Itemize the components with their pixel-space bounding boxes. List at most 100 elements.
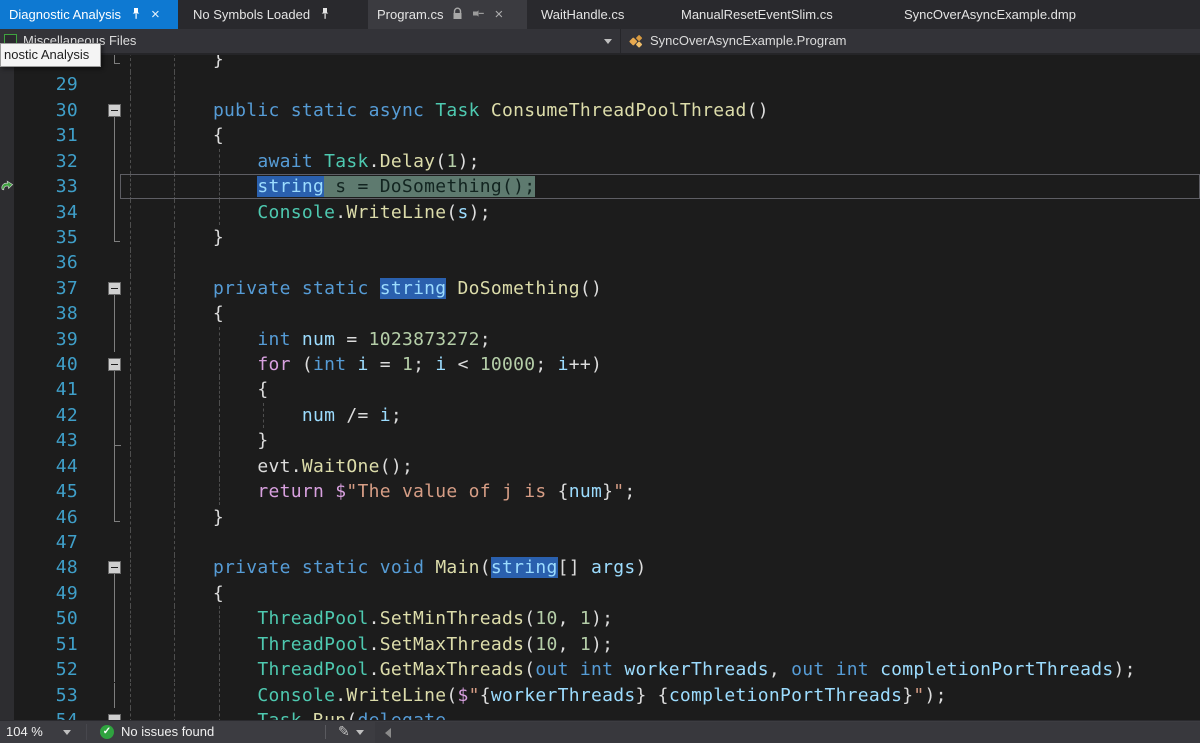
outline-line <box>114 327 115 352</box>
breakpoint-margin[interactable] <box>0 479 14 504</box>
breakpoint-margin[interactable] <box>0 123 14 148</box>
chevron-down-icon[interactable] <box>356 730 364 735</box>
line-number: 31 <box>28 123 78 148</box>
code-text: ThreadPool.SetMaxThreads(10, 1); <box>124 632 613 657</box>
code-line[interactable]: 31 { <box>0 123 1200 148</box>
close-icon[interactable]: × <box>494 7 503 22</box>
breakpoint-margin[interactable] <box>0 581 14 606</box>
tab-program-cs[interactable]: Program.cs × <box>368 0 527 29</box>
code-text: } <box>124 55 224 72</box>
breakpoint-margin[interactable] <box>0 174 14 199</box>
indent-guide <box>130 250 131 275</box>
line-number: 33 <box>28 174 78 199</box>
code-line[interactable]: 40 for (int i = 1; i < 10000; i++) <box>0 352 1200 377</box>
breakpoint-margin[interactable] <box>0 428 14 453</box>
issues-status-text[interactable]: No issues found <box>121 724 214 739</box>
code-line[interactable]: 37 private static string DoSomething() <box>0 276 1200 301</box>
code-line[interactable]: 32 await Task.Delay(1); <box>0 149 1200 174</box>
outline-line <box>114 428 115 453</box>
code-cleanup-icon[interactable]: ✎ <box>338 723 350 740</box>
indent-guide <box>174 72 175 97</box>
code-line[interactable]: 42 num /= i; <box>0 403 1200 428</box>
outline-line <box>114 377 115 402</box>
code-line[interactable]: 44 evt.WaitOne(); <box>0 454 1200 479</box>
outline-line <box>114 174 115 199</box>
breakpoint-margin[interactable] <box>0 632 14 657</box>
code-line[interactable]: 46 } <box>0 505 1200 530</box>
code-line[interactable]: 51 ThreadPool.SetMaxThreads(10, 1); <box>0 632 1200 657</box>
code-line[interactable]: 29 <box>0 72 1200 97</box>
code-line[interactable]: 36 <box>0 250 1200 275</box>
breakpoint-margin[interactable] <box>0 530 14 555</box>
type-context-dropdown[interactable]: SyncOverAsyncExample.Program <box>650 33 847 48</box>
breakpoint-margin[interactable] <box>0 377 14 402</box>
code-line[interactable]: 30 public static async Task ConsumeThrea… <box>0 98 1200 123</box>
code-line[interactable]: 43 } <box>0 428 1200 453</box>
breakpoint-margin[interactable] <box>0 555 14 580</box>
breakpoint-margin[interactable] <box>0 708 14 720</box>
breakpoint-margin[interactable] <box>0 276 14 301</box>
code-line[interactable]: 50 ThreadPool.SetMinThreads(10, 1); <box>0 606 1200 631</box>
code-text: string s = DoSomething(); <box>124 174 535 199</box>
code-text: ThreadPool.SetMinThreads(10, 1); <box>124 606 613 631</box>
breakpoint-margin[interactable] <box>0 454 14 479</box>
collapse-toggle-icon[interactable] <box>108 282 121 295</box>
breakpoint-margin[interactable] <box>0 301 14 326</box>
code-line[interactable]: 45 return $"The value of j is {num}"; <box>0 479 1200 504</box>
line-number: 29 <box>28 72 78 97</box>
breakpoint-margin[interactable] <box>0 98 14 123</box>
code-text: ThreadPool.GetMaxThreads(out int workerT… <box>124 657 1136 682</box>
code-line[interactable]: 41 { <box>0 377 1200 402</box>
tab-manualreseteventslim-cs[interactable]: ManualResetEventSlim.cs <box>672 0 842 29</box>
code-line[interactable]: 38 { <box>0 301 1200 326</box>
breakpoint-margin[interactable] <box>0 683 14 708</box>
tab-syncoverasyncexample-dmp[interactable]: SyncOverAsyncExample.dmp <box>895 0 1085 29</box>
line-number: 42 <box>28 403 78 428</box>
pin-icon[interactable] <box>472 7 485 23</box>
code-line[interactable]: 54 Task.Run(delegate <box>0 708 1200 720</box>
outline-line <box>114 123 115 148</box>
zoom-level-dropdown[interactable]: 104 % <box>6 724 43 739</box>
chevron-down-icon[interactable] <box>63 730 71 735</box>
code-line[interactable]: 52 ThreadPool.GetMaxThreads(out int work… <box>0 657 1200 682</box>
breakpoint-margin[interactable] <box>0 505 14 530</box>
code-text: private static void Main(string[] args) <box>124 555 647 580</box>
close-icon[interactable]: × <box>151 7 160 22</box>
horizontal-scrollbar[interactable] <box>375 722 1200 743</box>
tab-waithandle-cs[interactable]: WaitHandle.cs <box>532 0 633 29</box>
pin-icon[interactable] <box>130 7 142 23</box>
code-line[interactable]: 49 { <box>0 581 1200 606</box>
tab-no-symbols-loaded[interactable]: No Symbols Loaded <box>184 0 352 29</box>
breakpoint-margin[interactable] <box>0 149 14 174</box>
code-editor[interactable]: 28 }2930 public static async Task Consum… <box>0 55 1200 720</box>
lock-icon <box>452 7 463 23</box>
tooltip-text: nostic Analysis <box>4 47 89 62</box>
code-text: public static async Task ConsumeThreadPo… <box>124 98 769 123</box>
breakpoint-margin[interactable] <box>0 250 14 275</box>
tab-diagnostic-analysis[interactable]: Diagnostic Analysis × <box>0 0 178 29</box>
code-line[interactable]: 34 Console.WriteLine(s); <box>0 200 1200 225</box>
code-line[interactable]: 33 string s = DoSomething(); <box>0 174 1200 199</box>
breakpoint-margin[interactable] <box>0 72 14 97</box>
scroll-left-icon[interactable] <box>385 728 391 738</box>
pin-icon[interactable] <box>319 7 331 23</box>
collapse-toggle-icon[interactable] <box>108 358 121 371</box>
breakpoint-margin[interactable] <box>0 225 14 250</box>
breakpoint-margin[interactable] <box>0 200 14 225</box>
code-line[interactable]: 28 } <box>0 55 1200 72</box>
divider <box>86 724 87 740</box>
collapse-toggle-icon[interactable] <box>108 104 121 117</box>
code-line[interactable]: 53 Console.WriteLine($"{workerThreads} {… <box>0 683 1200 708</box>
breakpoint-margin[interactable] <box>0 606 14 631</box>
breakpoint-margin[interactable] <box>0 352 14 377</box>
line-number: 38 <box>28 301 78 326</box>
collapse-toggle-icon[interactable] <box>108 561 121 574</box>
breakpoint-margin[interactable] <box>0 657 14 682</box>
breakpoint-margin[interactable] <box>0 403 14 428</box>
code-line[interactable]: 47 <box>0 530 1200 555</box>
breakpoint-margin[interactable] <box>0 327 14 352</box>
outline-line <box>114 454 115 479</box>
code-line[interactable]: 48 private static void Main(string[] arg… <box>0 555 1200 580</box>
code-line[interactable]: 35 } <box>0 225 1200 250</box>
code-line[interactable]: 39 int num = 1023873272; <box>0 327 1200 352</box>
